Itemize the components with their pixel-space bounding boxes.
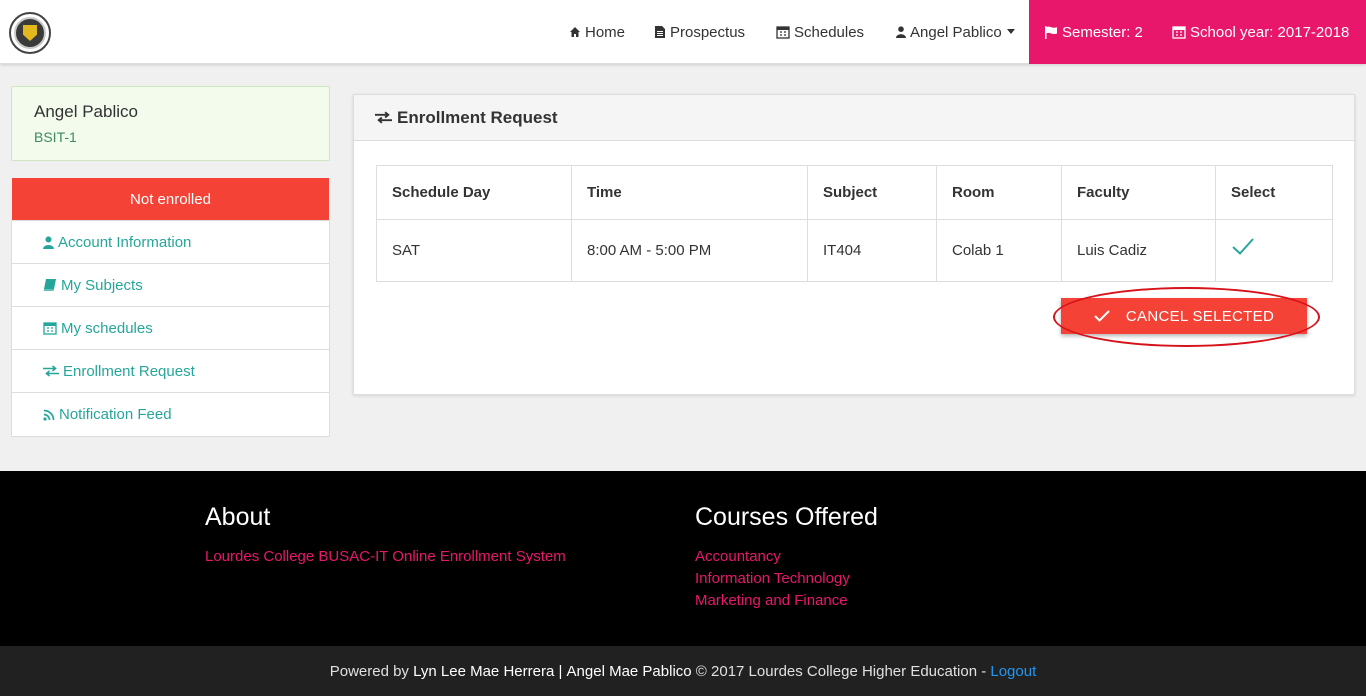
nav-schedules-label: Schedules xyxy=(794,23,865,41)
flag-icon xyxy=(1045,25,1057,39)
profile-name: Angel Pablico xyxy=(34,102,138,121)
footer: About Lourdes College BUSAC-IT Online En… xyxy=(0,471,1366,646)
sidebar-menu: Account Information My Subjects My sched… xyxy=(11,220,330,437)
panel-header: Enrollment Request xyxy=(354,95,1354,141)
calendar-icon xyxy=(776,26,790,39)
table-row[interactable]: SAT 8:00 AM - 5:00 PM IT404 Colab 1 Luis… xyxy=(376,219,1333,282)
cell-room: Colab 1 xyxy=(936,219,1062,282)
copyright-text: © 2017 Lourdes College Higher Education … xyxy=(695,662,987,680)
semester-label: Semester: 2 xyxy=(1062,23,1143,41)
cell-select[interactable] xyxy=(1215,219,1333,282)
logout-link[interactable]: Logout xyxy=(990,663,1036,680)
exchange-icon xyxy=(375,111,392,124)
cell-schedule-day: SAT xyxy=(376,219,572,282)
shield-icon xyxy=(23,25,37,41)
sidebar-item-notification-feed[interactable]: Notification Feed xyxy=(12,393,329,436)
footer-courses: Courses Offered Accountancy Information … xyxy=(695,503,878,612)
nav-semester[interactable]: Semester: 2 xyxy=(1044,0,1143,64)
cell-time: 8:00 AM - 5:00 PM xyxy=(571,219,808,282)
footer-about-link[interactable]: Lourdes College BUSAC-IT Online Enrollme… xyxy=(205,546,566,568)
home-icon xyxy=(570,27,580,37)
top-navbar: Home Prospectus Schedules Angel Pablico … xyxy=(0,0,1366,64)
sidebar-item-my-schedules[interactable]: My schedules xyxy=(12,307,329,350)
enrollment-request-panel: Enrollment Request Schedule Day Time Sub… xyxy=(353,94,1355,395)
copyright-bar: Powered by Lyn Lee Mae Herrera | Angel M… xyxy=(0,646,1366,696)
footer-about-title: About xyxy=(205,503,271,531)
cell-faculty: Luis Cadiz xyxy=(1061,219,1216,282)
column-header-select: Select xyxy=(1215,165,1333,220)
sidebar-item-label: My Subjects xyxy=(61,276,143,294)
nav-schedules[interactable]: Schedules xyxy=(776,0,864,64)
user-icon xyxy=(896,26,906,38)
book-icon xyxy=(43,279,56,291)
author-separator: | xyxy=(558,662,563,680)
author-one: Lyn Lee Mae Herrera xyxy=(413,662,555,680)
course-link-information-technology[interactable]: Information Technology xyxy=(695,568,878,590)
nav-home-label: Home xyxy=(585,23,626,41)
logo-seal xyxy=(14,17,46,49)
calendar-icon xyxy=(43,322,57,335)
column-header-schedule-day: Schedule Day xyxy=(376,165,572,220)
nav-prospectus[interactable]: Prospectus xyxy=(654,0,745,64)
column-header-room: Room xyxy=(936,165,1062,220)
table-header-row: Schedule Day Time Subject Room Faculty S… xyxy=(376,165,1333,220)
nav-prospectus-label: Prospectus xyxy=(670,23,746,41)
panel-title: Enrollment Request xyxy=(397,107,558,127)
document-icon xyxy=(655,26,665,38)
nav-user-dropdown[interactable]: Angel Pablico xyxy=(896,0,1020,64)
sidebar-item-label: My schedules xyxy=(61,319,153,337)
nav-home[interactable]: Home xyxy=(569,0,625,64)
nav-user-label: Angel Pablico xyxy=(910,23,1002,41)
footer-about: About Lourdes College BUSAC-IT Online En… xyxy=(205,503,566,568)
sidebar-item-label: Account Information xyxy=(58,233,192,251)
enrollment-table: Schedule Day Time Subject Room Faculty S… xyxy=(376,165,1333,282)
enrollment-status-badge: Not enrolled xyxy=(12,178,329,220)
user-icon xyxy=(43,235,54,249)
caret-down-icon xyxy=(1006,29,1015,34)
column-header-time: Time xyxy=(571,165,808,220)
sidebar-item-label: Notification Feed xyxy=(59,406,172,423)
cancel-selected-label: CANCEL SELECTED xyxy=(1125,307,1275,325)
cell-subject: IT404 xyxy=(807,219,937,282)
nav-school-year[interactable]: School year: 2017-2018 xyxy=(1172,0,1349,64)
sidebar-item-my-subjects[interactable]: My Subjects xyxy=(12,264,329,307)
nav-term-bar: Semester: 2 School year: 2017-2018 xyxy=(1029,0,1366,64)
school-year-label: School year: 2017-2018 xyxy=(1190,23,1350,41)
profile-card: Angel Pablico BSIT-1 xyxy=(11,86,330,161)
school-logo[interactable] xyxy=(9,12,51,54)
profile-course: BSIT-1 xyxy=(34,129,77,145)
check-icon xyxy=(1094,310,1110,322)
course-link-accountancy[interactable]: Accountancy xyxy=(695,546,878,568)
calendar-icon xyxy=(1172,26,1186,39)
column-header-subject: Subject xyxy=(807,165,937,220)
rss-icon xyxy=(43,409,55,421)
powered-by-text: Powered by xyxy=(329,662,409,680)
checkmark-icon[interactable] xyxy=(1231,237,1255,255)
author-two: Angel Mae Pablico xyxy=(566,662,692,680)
sidebar-item-enrollment-request[interactable]: Enrollment Request xyxy=(12,350,329,393)
column-header-faculty: Faculty xyxy=(1061,165,1216,220)
sidebar-item-label: Enrollment Request xyxy=(63,362,195,380)
cancel-selected-button[interactable]: CANCEL SELECTED xyxy=(1061,298,1307,334)
exchange-icon xyxy=(43,365,59,377)
sidebar-item-account-information[interactable]: Account Information xyxy=(12,221,329,264)
footer-courses-title: Courses Offered xyxy=(695,503,878,531)
course-link-marketing-finance[interactable]: Marketing and Finance xyxy=(695,590,878,612)
